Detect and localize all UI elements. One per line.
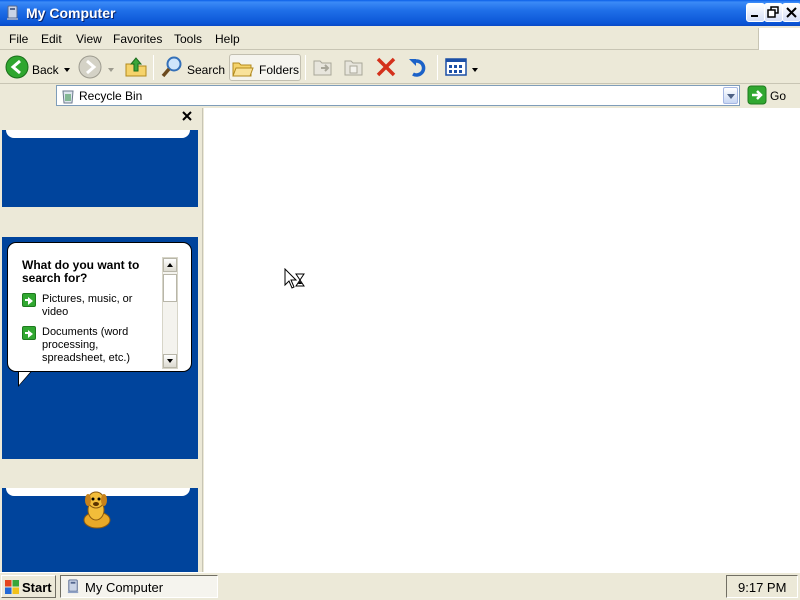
green-arrow-icon <box>22 326 36 340</box>
delete-button[interactable] <box>373 54 399 81</box>
folders-label: Folders <box>259 63 300 77</box>
up-folder-button[interactable] <box>123 54 149 81</box>
menu-file[interactable]: File <box>9 32 28 46</box>
search-option-label: Documents (word processing, spreadsheet,… <box>42 326 131 364</box>
windows-brand-area <box>758 28 800 50</box>
speech-bubble-tail <box>19 370 32 385</box>
search-dog-assistant-icon[interactable] <box>76 488 118 530</box>
menu-tools[interactable]: Tools <box>174 32 202 46</box>
green-arrow-icon <box>22 293 36 307</box>
back-label: Back <box>32 63 59 77</box>
restore-button[interactable] <box>764 3 783 22</box>
forward-arrow-icon <box>78 55 102 79</box>
scroll-thumb[interactable] <box>163 274 177 302</box>
cloud-edge <box>6 130 190 138</box>
up-folder-icon <box>125 57 147 77</box>
recycle-bin-icon <box>62 90 74 104</box>
busy-cursor-icon <box>284 268 305 289</box>
toolbar-separator <box>305 55 306 80</box>
my-computer-icon <box>67 579 79 594</box>
address-text: Recycle Bin <box>79 89 143 103</box>
copy-to-button[interactable] <box>341 54 367 81</box>
search-companion-pane: What do you want to search for? Pictures… <box>0 108 203 572</box>
taskbar-item-my-computer[interactable]: My Computer <box>60 575 218 598</box>
views-icon <box>445 58 467 76</box>
clock-time: 9:17 PM <box>738 580 787 595</box>
menu-help[interactable]: Help <box>215 32 240 46</box>
chevron-down-icon <box>472 68 478 72</box>
restore-icon <box>767 6 779 18</box>
system-clock[interactable]: 9:17 PM <box>726 575 798 598</box>
taskbar-item-label: My Computer <box>85 580 164 595</box>
search-button[interactable]: Search <box>158 54 226 81</box>
delete-x-icon <box>376 57 396 77</box>
go-button[interactable]: Go <box>746 85 792 106</box>
toolbar: Back Search Folders <box>0 51 800 84</box>
go-label: Go <box>770 89 787 103</box>
close-window-button[interactable] <box>782 3 800 22</box>
undo-icon <box>409 59 426 77</box>
window-title: My Computer <box>26 5 116 21</box>
move-to-button[interactable] <box>310 54 336 81</box>
search-label: Search <box>187 63 226 77</box>
minimize-icon <box>751 15 758 17</box>
pane-blue-panel <box>2 130 198 207</box>
my-computer-icon <box>7 5 18 20</box>
back-arrow-icon <box>5 55 29 79</box>
bubble-scrollbar[interactable] <box>162 257 178 369</box>
start-button[interactable]: Start <box>1 575 56 598</box>
go-arrow-icon <box>747 85 767 105</box>
menu-favorites[interactable]: Favorites <box>113 32 162 46</box>
forward-button[interactable] <box>76 54 118 81</box>
move-to-icon <box>313 60 332 76</box>
address-dropdown-button[interactable] <box>723 87 738 104</box>
copy-to-icon <box>344 60 363 76</box>
title-bar: My Computer <box>0 0 800 26</box>
menu-bar: File Edit View Favorites Tools Help <box>0 26 800 50</box>
search-icon <box>161 56 182 78</box>
taskbar: Start My Computer 9:17 PM <box>0 572 800 600</box>
menu-edit[interactable]: Edit <box>41 32 62 46</box>
address-bar: Recycle Bin Go <box>0 84 800 108</box>
file-list-area[interactable] <box>204 108 800 572</box>
folders-button[interactable]: Folders <box>229 54 301 81</box>
toolbar-separator <box>153 55 154 80</box>
windows-logo-icon <box>5 580 19 594</box>
toolbar-separator <box>437 55 438 80</box>
back-button[interactable]: Back <box>3 54 71 81</box>
minimize-button[interactable] <box>746 3 765 22</box>
scroll-down-button[interactable] <box>163 354 177 368</box>
chevron-down-icon <box>108 68 114 72</box>
start-label: Start <box>22 580 52 595</box>
folders-icon <box>232 62 254 77</box>
undo-button[interactable] <box>405 54 431 81</box>
scroll-up-button[interactable] <box>163 258 177 272</box>
views-button[interactable] <box>443 54 481 81</box>
search-option-label: Pictures, music, or video <box>42 293 133 318</box>
search-question-heading: What do you want to search for? <box>22 258 140 285</box>
menu-view[interactable]: View <box>76 32 102 46</box>
speech-bubble: What do you want to search for? Pictures… <box>7 242 192 372</box>
close-icon <box>182 111 192 121</box>
close-icon <box>786 7 797 18</box>
chevron-down-icon <box>64 68 70 72</box>
close-pane-button[interactable] <box>180 110 194 124</box>
address-input[interactable]: Recycle Bin <box>56 85 740 106</box>
